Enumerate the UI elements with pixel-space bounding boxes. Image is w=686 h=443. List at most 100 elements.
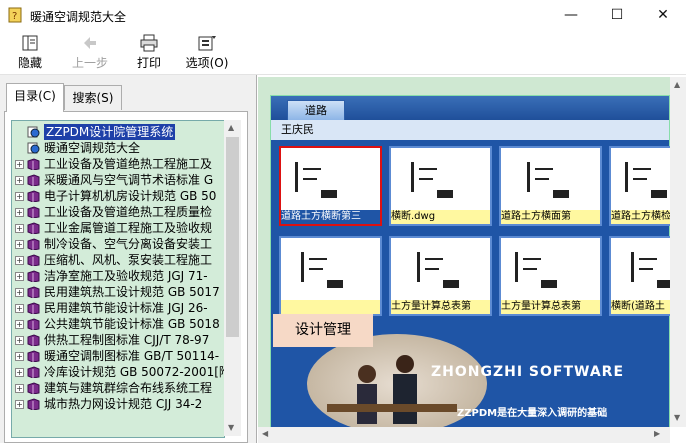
printer-icon	[140, 34, 158, 52]
book-icon	[27, 286, 40, 298]
close-button[interactable]: ✕	[640, 0, 686, 30]
tree-item-label: 工业金属管道工程施工及验收规	[44, 221, 213, 235]
book-icon	[27, 382, 40, 394]
expand-icon[interactable]: +	[15, 160, 24, 169]
back-arrow-icon	[84, 37, 96, 49]
drawing-thumbnail[interactable]: 土方量计算总表第	[389, 236, 492, 316]
scroll-right-icon[interactable]: ▶	[654, 429, 660, 438]
tree-item[interactable]: + 工业设备及管道绝热工程施工及	[12, 156, 224, 172]
tree-item[interactable]: + 民用建筑热工设计规范 GB 5017	[12, 284, 224, 300]
cad-stroke	[631, 252, 634, 282]
expand-icon[interactable]: +	[15, 368, 24, 377]
book-icon	[27, 238, 40, 250]
drawing-thumbnail[interactable]: 道路土方横面第	[499, 146, 602, 226]
drawing-thumbnail[interactable]: 土方量计算总表第	[499, 236, 602, 316]
drawing-thumbnail[interactable]	[279, 236, 382, 316]
tree-item[interactable]: + 采暖通风与空气调节术语标准 G	[12, 172, 224, 188]
cad-stroke	[303, 178, 317, 180]
options-button[interactable]: 选项(O)	[182, 32, 232, 72]
cad-stroke	[417, 252, 420, 282]
cad-stroke	[527, 162, 530, 192]
toolbar: 隐藏 上一步 打印 选项(O)	[0, 30, 686, 74]
contents-tree[interactable]: ZZPDM设计院管理系统 暖通空调规范大全 + 工业设备及管道绝热工程施工及 + 采暖通风…	[11, 120, 225, 438]
expand-icon[interactable]: +	[15, 240, 24, 249]
scroll-down-icon[interactable]: ▼	[228, 423, 234, 432]
book-icon	[27, 158, 40, 170]
tree-item[interactable]: + 公共建筑节能设计标准 GB 5018	[12, 316, 224, 332]
expand-icon[interactable]: +	[15, 272, 24, 281]
print-button[interactable]: 打印	[130, 32, 168, 72]
cad-stroke	[411, 162, 414, 192]
tree-item[interactable]: + 电子计算机机房设计规范 GB 50	[12, 188, 224, 204]
minimize-button[interactable]: —	[548, 0, 594, 30]
content-scroll-up-icon[interactable]: ▲	[674, 80, 680, 89]
viewer-tab-road[interactable]: 道路	[287, 100, 345, 121]
tree-item-label: ZZPDM设计院管理系统	[44, 124, 176, 140]
cad-stroke	[437, 190, 453, 198]
expand-icon[interactable]: +	[15, 224, 24, 233]
tree-item[interactable]: + 工业金属管道工程施工及验收规	[12, 220, 224, 236]
cad-stroke	[535, 178, 549, 180]
navigation-pane: 目录(C) 搜索(S) ZZPDM设计院管理系统 暖通空调规范大全 + 工业设备及管道…	[0, 75, 250, 443]
tree-item-label: 暖通空调规范大全	[44, 141, 141, 155]
cad-stroke	[553, 190, 569, 198]
expand-icon[interactable]: +	[15, 384, 24, 393]
content-horizontal-scrollbar[interactable]: ◀ ▶	[258, 427, 670, 443]
cad-stroke	[327, 280, 343, 288]
cad-stroke	[425, 258, 443, 260]
drawing-thumbnail[interactable]: 横断.dwg	[389, 146, 492, 226]
cad-stroke	[633, 168, 651, 170]
expand-icon[interactable]: +	[15, 304, 24, 313]
maximize-button[interactable]: ☐	[594, 0, 640, 30]
expand-icon[interactable]: +	[15, 288, 24, 297]
tab-contents[interactable]: 目录(C)	[6, 83, 64, 112]
tree-item[interactable]: 暖通空调规范大全	[12, 140, 224, 156]
tree-item[interactable]: + 民用建筑节能设计标准 JGJ 26-	[12, 300, 224, 316]
drawing-thumbnail[interactable]: 道路土方横断第三	[279, 146, 382, 226]
tab-search[interactable]: 搜索(S)	[64, 85, 122, 110]
contents-panel: ZZPDM设计院管理系统 暖通空调规范大全 + 工业设备及管道绝热工程施工及 + 采暖通风…	[4, 111, 248, 443]
expand-icon[interactable]: +	[15, 176, 24, 185]
tree-item-label: 建筑与建筑群综合布线系统工程	[44, 381, 213, 395]
hide-button[interactable]: 隐藏	[10, 32, 50, 72]
tree-item[interactable]: + 建筑与建筑群综合布线系统工程	[12, 380, 224, 396]
tree-item[interactable]: ZZPDM设计院管理系统	[12, 124, 224, 140]
zzpdm-screenshot: 道路 王庆民 道路土方横断第三 横断.dwg 道路土方横面第 道路土方横检 土方量计算总…	[270, 95, 686, 430]
expand-icon[interactable]: +	[15, 208, 24, 217]
expand-icon[interactable]: +	[15, 336, 24, 345]
options-label: 选项(O)	[185, 56, 229, 70]
scroll-left-icon[interactable]: ◀	[262, 429, 268, 438]
hide-label: 隐藏	[17, 56, 42, 70]
drawing-gallery: 道路土方横断第三 横断.dwg 道路土方横面第 道路土方横检 土方量计算总表第 土方量计算…	[271, 140, 686, 328]
tree-item[interactable]: + 压缩机、风机、泵安装工程施工	[12, 252, 224, 268]
tree-item[interactable]: + 供热工程制图标准 CJJ/T 78-97	[12, 332, 224, 348]
cad-stroke	[419, 178, 433, 180]
content-scroll-down-icon[interactable]: ▼	[674, 413, 680, 422]
book-icon	[27, 174, 40, 186]
tree-item[interactable]: + 冷库设计规范 GB 50072-2001[附	[12, 364, 224, 380]
expand-icon[interactable]: +	[15, 256, 24, 265]
tree-item-label: 洁净室施工及验收规范 JGJ 71-	[44, 269, 208, 283]
brand-text: ZHONGZHI SOFTWARE	[431, 364, 625, 380]
expand-icon[interactable]: +	[15, 352, 24, 361]
book-icon	[27, 254, 40, 266]
tree-item[interactable]: + 洁净室施工及验收规范 JGJ 71-	[12, 268, 224, 284]
cad-stroke	[321, 190, 337, 198]
tree-scrollbar[interactable]: ▲ ▼	[224, 120, 241, 436]
tree-item[interactable]: + 制冷设备、空气分离设备安装工	[12, 236, 224, 252]
tree-item[interactable]: + 工业设备及管道绝热工程质量检	[12, 204, 224, 220]
scroll-up-icon[interactable]: ▲	[228, 123, 234, 132]
expand-icon[interactable]: +	[15, 192, 24, 201]
back-button[interactable]: 上一步	[66, 32, 114, 72]
tree-item[interactable]: + 城市热力网设计规范 CJJ 34-2	[12, 396, 224, 412]
cad-stroke	[443, 280, 459, 288]
tree-scroll-thumb[interactable]	[226, 137, 239, 337]
cad-stroke	[523, 268, 537, 270]
viewer-header: 道路	[271, 96, 669, 121]
tree-item[interactable]: + 暖通空调制图标准 GB/T 50114-	[12, 348, 224, 364]
tree-item-label: 供热工程制图标准 CJJ/T 78-97	[44, 333, 210, 347]
book-icon	[27, 206, 40, 218]
expand-icon[interactable]: +	[15, 320, 24, 329]
expand-icon[interactable]: +	[15, 400, 24, 409]
content-vertical-scrollbar[interactable]: ▲ ▼	[670, 77, 686, 427]
